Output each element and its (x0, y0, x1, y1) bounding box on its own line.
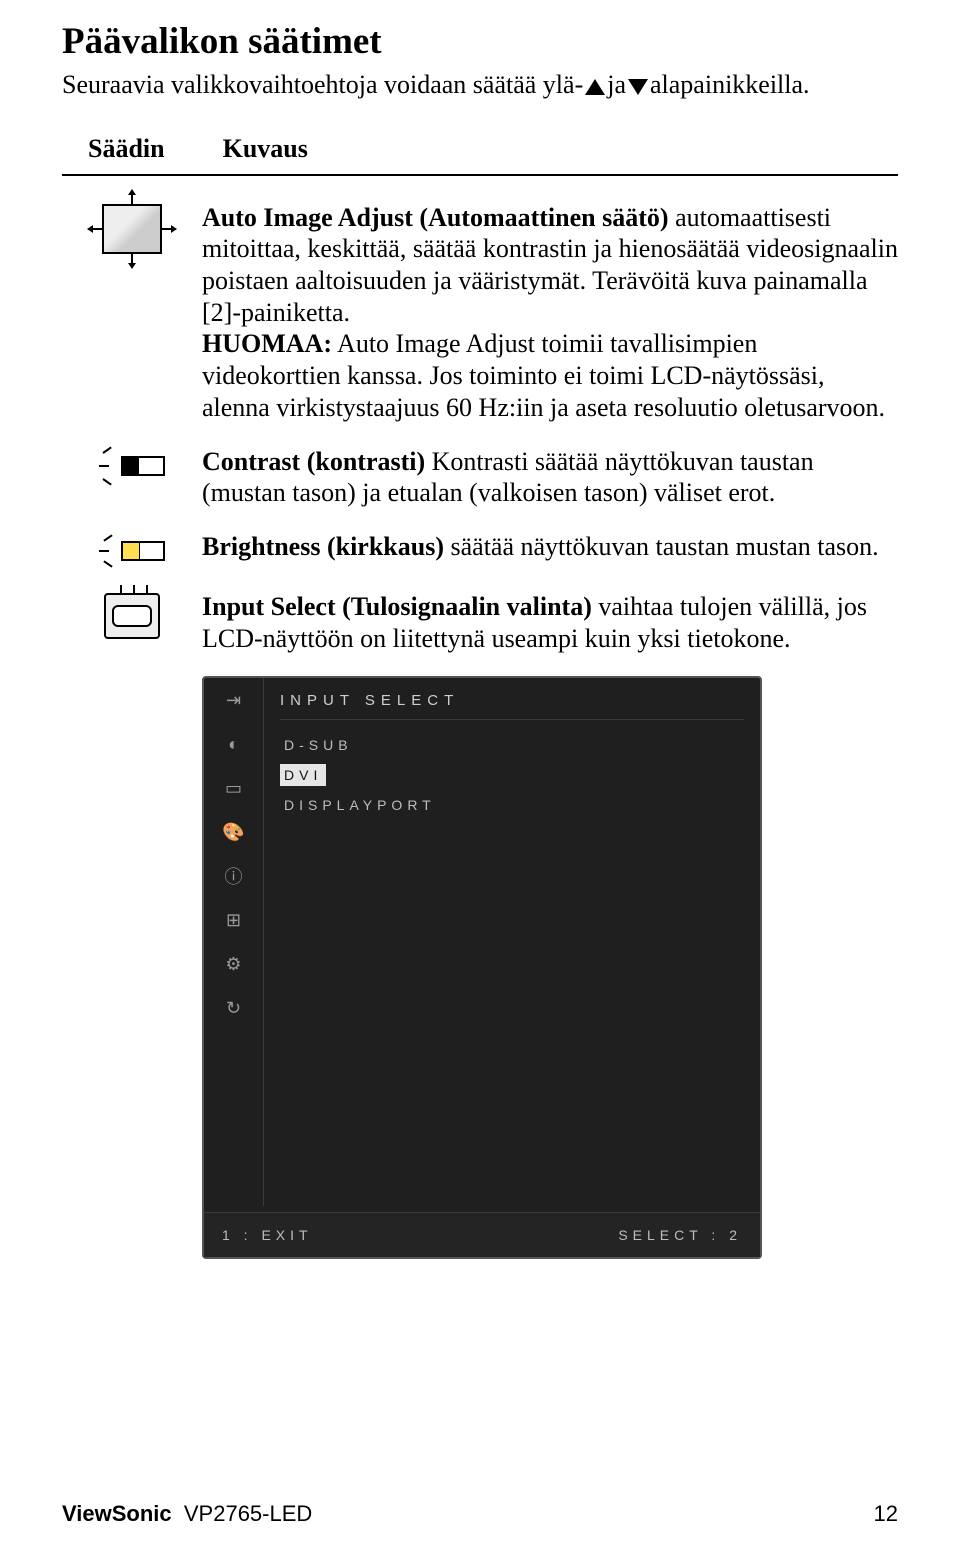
osd-input-icon[interactable]: ⇥ (219, 688, 249, 712)
osd-item-dvi[interactable]: DVI (280, 764, 326, 786)
brightness-bold: Brightness (kirkkaus) (202, 532, 444, 561)
auto-description: Auto Image Adjust (Automaattinen säätö) … (202, 202, 898, 424)
auto-adjust-icon (102, 204, 162, 254)
subtitle-part2: alapainikkeilla. (650, 70, 810, 99)
header-control: Säädin (88, 134, 165, 164)
arrow-down-icon (628, 79, 648, 95)
auto-bold: Auto Image Adjust (Automaattinen säätö) (202, 203, 669, 232)
osd-color-icon[interactable]: 🎨 (219, 820, 249, 844)
header-description: Kuvaus (223, 134, 308, 164)
page-footer: ViewSonic VP2765-LED 12 (62, 1501, 898, 1527)
contrast-description: Contrast (kontrasti) Kontrasti säätää nä… (202, 446, 898, 509)
osd-title: INPUT SELECT (280, 692, 744, 720)
auto-note-bold: HUOMAA: (202, 329, 332, 358)
osd-footer-select: SELECT : 2 (618, 1227, 742, 1243)
subtitle: Seuraavia valikkovaihtoehtoja voidaan sä… (62, 69, 898, 102)
footer-brand: ViewSonic (62, 1501, 172, 1526)
osd-footer: 1 : EXIT SELECT : 2 (204, 1212, 760, 1257)
osd-settings-icon[interactable]: ⚙ (219, 952, 249, 976)
footer-model: VP2765-LED (184, 1501, 312, 1526)
control-row-auto: Auto Image Adjust (Automaattinen säätö) … (62, 202, 898, 424)
control-row-brightness: Brightness (kirkkaus) säätää näyttökuvan… (62, 531, 898, 569)
subtitle-mid: ja (607, 70, 626, 99)
control-row-input: Input Select (Tulosignaalin valinta) vai… (62, 591, 898, 654)
osd-item-displayport[interactable]: DISPLAYPORT (280, 794, 440, 816)
subtitle-part1: Seuraavia valikkovaihtoehtoja voidaan sä… (62, 70, 583, 99)
input-bold: Input Select (Tulosignaalin valinta) (202, 592, 592, 621)
brightness-text: säätää näyttökuvan taustan mustan tason. (444, 532, 879, 561)
page-title: Päävalikon säätimet (62, 20, 898, 63)
osd-info-icon[interactable]: ⓘ (219, 864, 249, 888)
input-description: Input Select (Tulosignaalin valinta) vai… (202, 591, 898, 654)
osd-reset-icon[interactable]: ↻ (219, 996, 249, 1020)
control-row-contrast: Contrast (kontrasti) Kontrasti säätää nä… (62, 446, 898, 509)
osd-footer-exit: 1 : EXIT (222, 1227, 313, 1243)
table-header: Säädin Kuvaus (62, 124, 898, 176)
input-select-icon (104, 593, 160, 639)
osd-contrast-icon[interactable]: ◐ (219, 732, 249, 756)
osd-panel: ⇥ ◐ ▭ 🎨 ⓘ ⊞ ⚙ ↻ INPUT SELECT D-SUB DVI D… (202, 676, 762, 1259)
brightness-icon (99, 533, 165, 569)
contrast-icon (99, 448, 165, 484)
osd-sidebar: ⇥ ◐ ▭ 🎨 ⓘ ⊞ ⚙ ↻ (204, 678, 264, 1206)
brightness-description: Brightness (kirkkaus) säätää näyttökuvan… (202, 531, 898, 569)
contrast-bold: Contrast (kontrasti) (202, 447, 425, 476)
osd-item-dsub[interactable]: D-SUB (280, 734, 357, 756)
osd-input2-icon[interactable]: ▭ (219, 776, 249, 800)
arrow-up-icon (585, 79, 605, 95)
osd-manual-icon[interactable]: ⊞ (219, 908, 249, 932)
footer-page: 12 (874, 1501, 898, 1527)
